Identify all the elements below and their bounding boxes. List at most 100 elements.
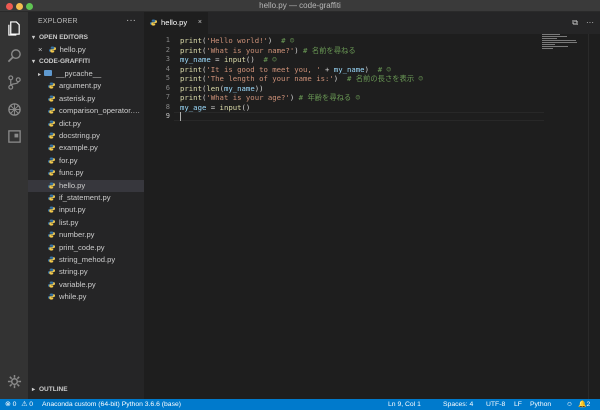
debug-icon[interactable] (6, 101, 22, 117)
file-item[interactable]: number.py (28, 229, 144, 241)
code-line[interactable]: my_age = input() (180, 103, 250, 112)
code-token: ) (294, 45, 304, 55)
folder-item[interactable]: ▸ __pycache__ (28, 68, 144, 80)
file-item[interactable]: asterisk.py (28, 93, 144, 105)
file-item[interactable]: docstring.py (28, 130, 144, 142)
vertical-scrollbar[interactable] (588, 34, 600, 399)
file-item[interactable]: variable.py (28, 279, 144, 291)
code-token: ) (364, 64, 378, 74)
open-editors-header[interactable]: ▾ OPEN EDITORS (28, 32, 144, 43)
tab-close-icon[interactable]: × (198, 12, 202, 34)
split-editor-icon[interactable]: ⧉ (572, 18, 578, 28)
cursor-position[interactable]: Ln 9, Col 1 (388, 399, 421, 410)
python-file-icon (48, 219, 55, 226)
code-token: 'The length of your name is:' (206, 74, 334, 83)
search-icon[interactable] (6, 47, 22, 63)
file-item[interactable]: input.py (28, 204, 144, 216)
file-item[interactable]: hello.py (28, 179, 144, 192)
window-title: hello.py — code-graffiti (259, 1, 341, 10)
chevron-right-icon: ▸ (32, 387, 36, 393)
source-control-icon[interactable] (6, 74, 22, 90)
extensions-icon[interactable] (6, 128, 22, 144)
code-token: () (241, 102, 251, 112)
python-file-icon (48, 132, 55, 139)
file-item[interactable]: func.py (28, 167, 144, 179)
file-item[interactable]: for.py (28, 155, 144, 167)
python-file-icon (48, 182, 55, 189)
code-token: print (180, 83, 202, 93)
python-file-icon (48, 82, 55, 89)
code-token: print (180, 93, 202, 102)
file-item[interactable]: dict.py (28, 118, 144, 130)
code-token: len (206, 83, 220, 93)
folder-header[interactable]: ▾ CODE-GRAFFITI (28, 56, 144, 67)
line-number: 2 (165, 45, 170, 54)
line-number: 1 (165, 36, 170, 44)
code-token: = (206, 102, 220, 112)
end-of-line[interactable]: LF (514, 399, 522, 410)
file-encoding[interactable]: UTF-8 (486, 399, 505, 410)
minimap-line (542, 42, 577, 43)
open-editor-item[interactable]: × hello.py (28, 44, 144, 56)
minimap-line (542, 38, 558, 39)
text-caret (180, 112, 181, 121)
code-line[interactable]: print('Hello world!') # ☺ (180, 36, 294, 45)
python-file-icon (48, 256, 55, 263)
code-token: print (180, 45, 202, 55)
code-token: ) (267, 36, 282, 45)
code-token: # ☺ (377, 64, 391, 74)
language-mode[interactable]: Python (530, 399, 551, 410)
file-item[interactable]: string_mehod.py (28, 254, 144, 266)
minimap[interactable] (542, 34, 586, 54)
settings-gear-icon[interactable] (6, 373, 22, 389)
code-line[interactable]: print('The length of your name is:') # 名… (180, 74, 423, 83)
code-line[interactable]: print('What is your age?') # 年齢を尋ねる ☺ (180, 93, 360, 102)
python-interpreter[interactable]: Anaconda custom (64-bit) Python 3.6.6 (b… (42, 399, 181, 410)
code-token: input (219, 102, 242, 112)
minimap-line (542, 44, 556, 45)
indentation-setting[interactable]: Spaces: 4 (443, 399, 473, 410)
notifications-indicator[interactable]: 🔔2 (578, 399, 590, 410)
code-line[interactable]: print('What is your name?') # 名前を尋ねる (180, 46, 356, 55)
outline-header[interactable]: ▸ OUTLINE (28, 384, 144, 395)
file-item[interactable]: list.py (28, 217, 144, 229)
python-file-icon (48, 169, 55, 176)
python-file-icon (48, 281, 55, 288)
file-item[interactable]: if_statement.py (28, 192, 144, 204)
line-number: 5 (165, 74, 170, 82)
explorer-title: EXPLORER (38, 18, 78, 25)
python-file-icon (48, 231, 55, 238)
file-item[interactable]: print_code.py (28, 242, 144, 254)
tab-hello-py[interactable]: hello.py × (144, 12, 208, 34)
file-item[interactable]: while.py (28, 291, 144, 303)
file-item[interactable]: string.py (28, 266, 144, 278)
file-item[interactable]: argument.py (28, 80, 144, 92)
file-item[interactable]: example.py (28, 142, 144, 154)
problems-indicator[interactable]: ⊗ 0 ⚠ 0 (5, 399, 33, 410)
close-icon[interactable]: × (38, 45, 42, 54)
line-number: 8 (165, 102, 170, 111)
code-token: 'What is your name?' (206, 45, 295, 55)
status-bar: ⊗ 0 ⚠ 0 Anaconda custom (64-bit) Python … (0, 399, 600, 410)
chevron-down-icon: ▾ (32, 59, 36, 65)
code-token: # 年齢を尋ねる ☺ (298, 93, 361, 102)
error-icon: ⊗ (5, 401, 11, 408)
warning-icon: ⚠ (21, 401, 28, 408)
code-line[interactable]: print('It is good to meet you, ' + my_na… (180, 65, 391, 74)
more-actions-icon[interactable]: ··· (586, 18, 594, 28)
code-line[interactable]: my_name = input() # ☺ (180, 55, 277, 64)
file-item[interactable]: comparison_operator.… (28, 105, 144, 117)
python-file-icon (48, 46, 56, 53)
code-token: 'What is your age?' (206, 93, 290, 102)
code-line[interactable]: print(len(my_name)) (180, 84, 264, 93)
files-icon[interactable] (6, 20, 22, 36)
feedback-icon[interactable]: ☺ (566, 399, 573, 410)
code-token: # 名前の長さを表示 ☺ (346, 74, 423, 83)
code-editor[interactable]: 123456789 print('Hello world!') # ☺ print… (144, 34, 600, 399)
explorer-more-button[interactable]: ··· (126, 15, 136, 26)
code-token: 'It is good to meet you, ' (206, 64, 321, 74)
folder-icon (44, 70, 53, 76)
code-token: + (320, 64, 334, 74)
python-file-icon (48, 144, 55, 151)
python-file-icon (48, 244, 55, 251)
